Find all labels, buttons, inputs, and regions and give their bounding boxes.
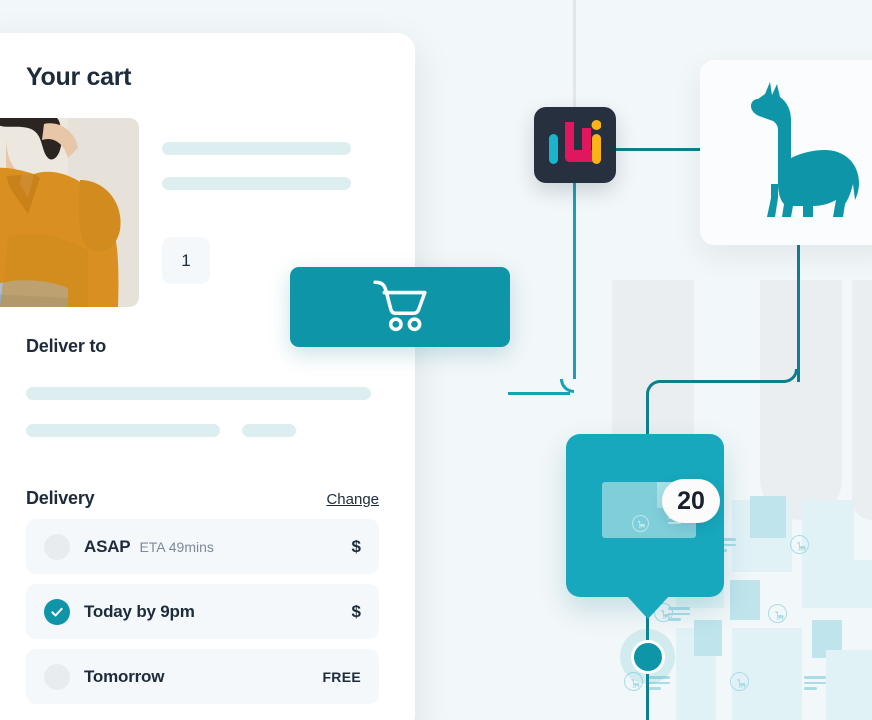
change-delivery-link[interactable]: Change <box>326 491 379 508</box>
cart-panel: Your cart 1 Deliver to Delivery Change A… <box>0 33 415 720</box>
background-shape-mid <box>760 280 842 520</box>
status-badge: 20 <box>662 479 720 523</box>
radio-icon-asap[interactable] <box>44 533 70 560</box>
delivery-section: Delivery Change ASAP ETA 49mins $ Today … <box>26 488 386 704</box>
delivery-option-tomorrow[interactable]: Tomorrow FREE <box>26 649 379 704</box>
delivery-option-eta: ETA 49mins <box>139 538 214 555</box>
wire-to-pin-h <box>659 380 785 383</box>
product-image <box>0 118 139 307</box>
iui-logo-node[interactable] <box>534 107 616 183</box>
wire-cart-to-logo-h <box>508 392 570 395</box>
parcel-llama-stamp-icon <box>632 515 649 532</box>
background-shape-right <box>852 280 872 520</box>
delivery-option-price: FREE <box>322 668 361 685</box>
quantity-stepper[interactable]: 1 <box>162 237 210 284</box>
top-connector-line <box>573 0 576 110</box>
delivery-option-label: ASAP <box>84 536 131 556</box>
llama-icon <box>737 80 863 225</box>
map-marker-icon[interactable] <box>620 629 675 684</box>
delivery-option-price: $ <box>351 601 361 621</box>
shopping-cart-icon <box>371 278 429 337</box>
wire-cart-to-logo-v <box>573 183 576 379</box>
delivery-pin-node[interactable]: 20 <box>566 434 724 597</box>
item-title-placeholder <box>162 142 351 155</box>
address-zip-placeholder <box>242 424 296 437</box>
map-marker-dot <box>630 639 665 674</box>
iui-logo-icon <box>549 119 602 171</box>
check-circle-icon-today[interactable] <box>44 598 70 625</box>
item-subtitle-placeholder <box>162 177 351 190</box>
cart-item-details: 1 <box>162 118 415 284</box>
delivery-option-label: Tomorrow <box>84 666 165 686</box>
page-title: Your cart <box>26 63 132 91</box>
wire-llama-down <box>797 244 800 382</box>
cart-node-button[interactable] <box>290 267 510 347</box>
delivery-option-today[interactable]: Today by 9pm $ <box>26 584 379 639</box>
wire-logo-to-llama <box>614 148 704 151</box>
address-line-placeholder <box>26 387 371 400</box>
delivery-option-label: Today by 9pm <box>84 601 195 621</box>
deliver-to-section: Deliver to <box>26 336 386 437</box>
delivery-option-price: $ <box>351 536 361 556</box>
delivery-option-asap[interactable]: ASAP ETA 49mins $ <box>26 519 379 574</box>
llama-node-card[interactable] <box>700 60 872 245</box>
pin-tail <box>626 595 670 619</box>
delivery-heading: Delivery <box>26 488 95 508</box>
radio-icon-tomorrow[interactable] <box>44 663 70 690</box>
diagram-canvas: Your cart 1 Deliver to Delivery Change A… <box>0 0 872 720</box>
address-city-placeholder <box>26 424 220 437</box>
